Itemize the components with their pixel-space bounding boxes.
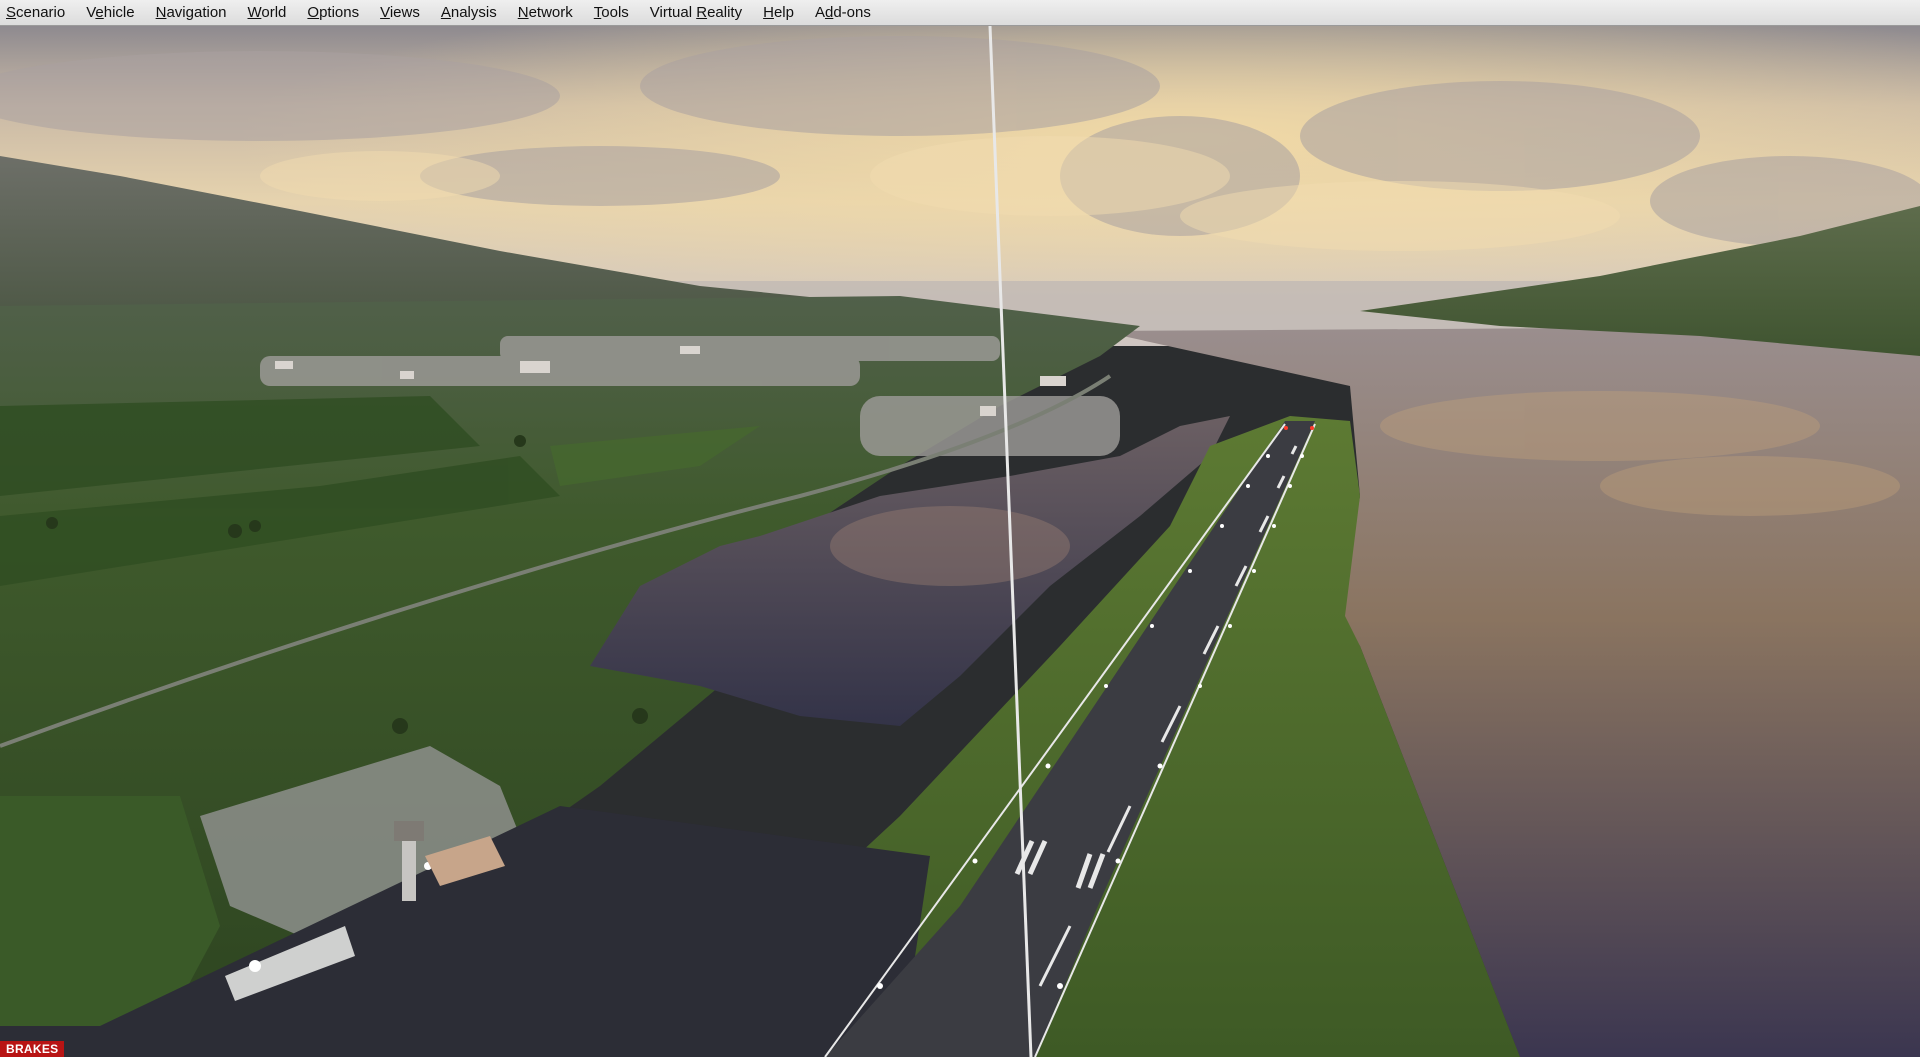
menu-label-post: avigation	[166, 4, 227, 21]
menu-add-ons[interactable]: Add-ons	[815, 2, 880, 23]
menu-navigation[interactable]: Navigation	[156, 2, 236, 23]
menu-world[interactable]: World	[248, 2, 296, 23]
menu-options[interactable]: Options	[307, 2, 368, 23]
menu-label-post: ptions	[319, 4, 360, 21]
menu-analysis[interactable]: Analysis	[441, 2, 506, 23]
menu-label-post: orld	[261, 4, 287, 21]
menu-label-pre: Virtual	[649, 4, 697, 21]
menu-label-accel: A	[440, 4, 451, 21]
menu-label-accel: N	[517, 4, 529, 21]
menu-label-accel: R	[696, 4, 708, 21]
menu-label-accel: V	[380, 4, 390, 21]
menu-bar: Scenario Vehicle Navigation World Options Vie…	[0, 0, 1920, 26]
menu-label-post: hicle	[103, 4, 135, 21]
menu-label-post: eality	[707, 4, 743, 21]
menu-label-post: iews	[389, 4, 420, 21]
menu-label-post: ools	[601, 4, 629, 21]
menu-views[interactable]: Views	[380, 2, 429, 23]
menu-label-post: elp	[773, 4, 794, 21]
menu-label-accel: S	[6, 4, 17, 21]
menu-vehicle[interactable]: Vehicle	[86, 2, 143, 23]
menu-network[interactable]: Network	[518, 2, 582, 23]
menu-label-accel: H	[763, 4, 774, 21]
brakes-indicator: BRAKES	[0, 1041, 65, 1057]
menu-help[interactable]: Help	[763, 2, 803, 23]
menu-label-accel: O	[307, 4, 320, 21]
menu-label-accel: N	[155, 4, 167, 21]
menu-label-pre: A	[814, 4, 825, 21]
scene-render	[0, 26, 1920, 1057]
menu-label-post: nalysis	[450, 4, 497, 21]
menu-scenario[interactable]: Scenario	[6, 2, 74, 23]
menu-label-accel: e	[95, 4, 104, 21]
menu-label-post: cenario	[16, 4, 66, 21]
menu-label-post: d-ons	[833, 4, 871, 21]
menu-virtual-reality[interactable]: Virtual Reality	[650, 2, 751, 23]
menu-tools[interactable]: Tools	[594, 2, 638, 23]
menu-label-accel: W	[247, 4, 262, 21]
menu-label-post: etwork	[528, 4, 573, 21]
3d-scene-view[interactable]	[0, 26, 1920, 1057]
